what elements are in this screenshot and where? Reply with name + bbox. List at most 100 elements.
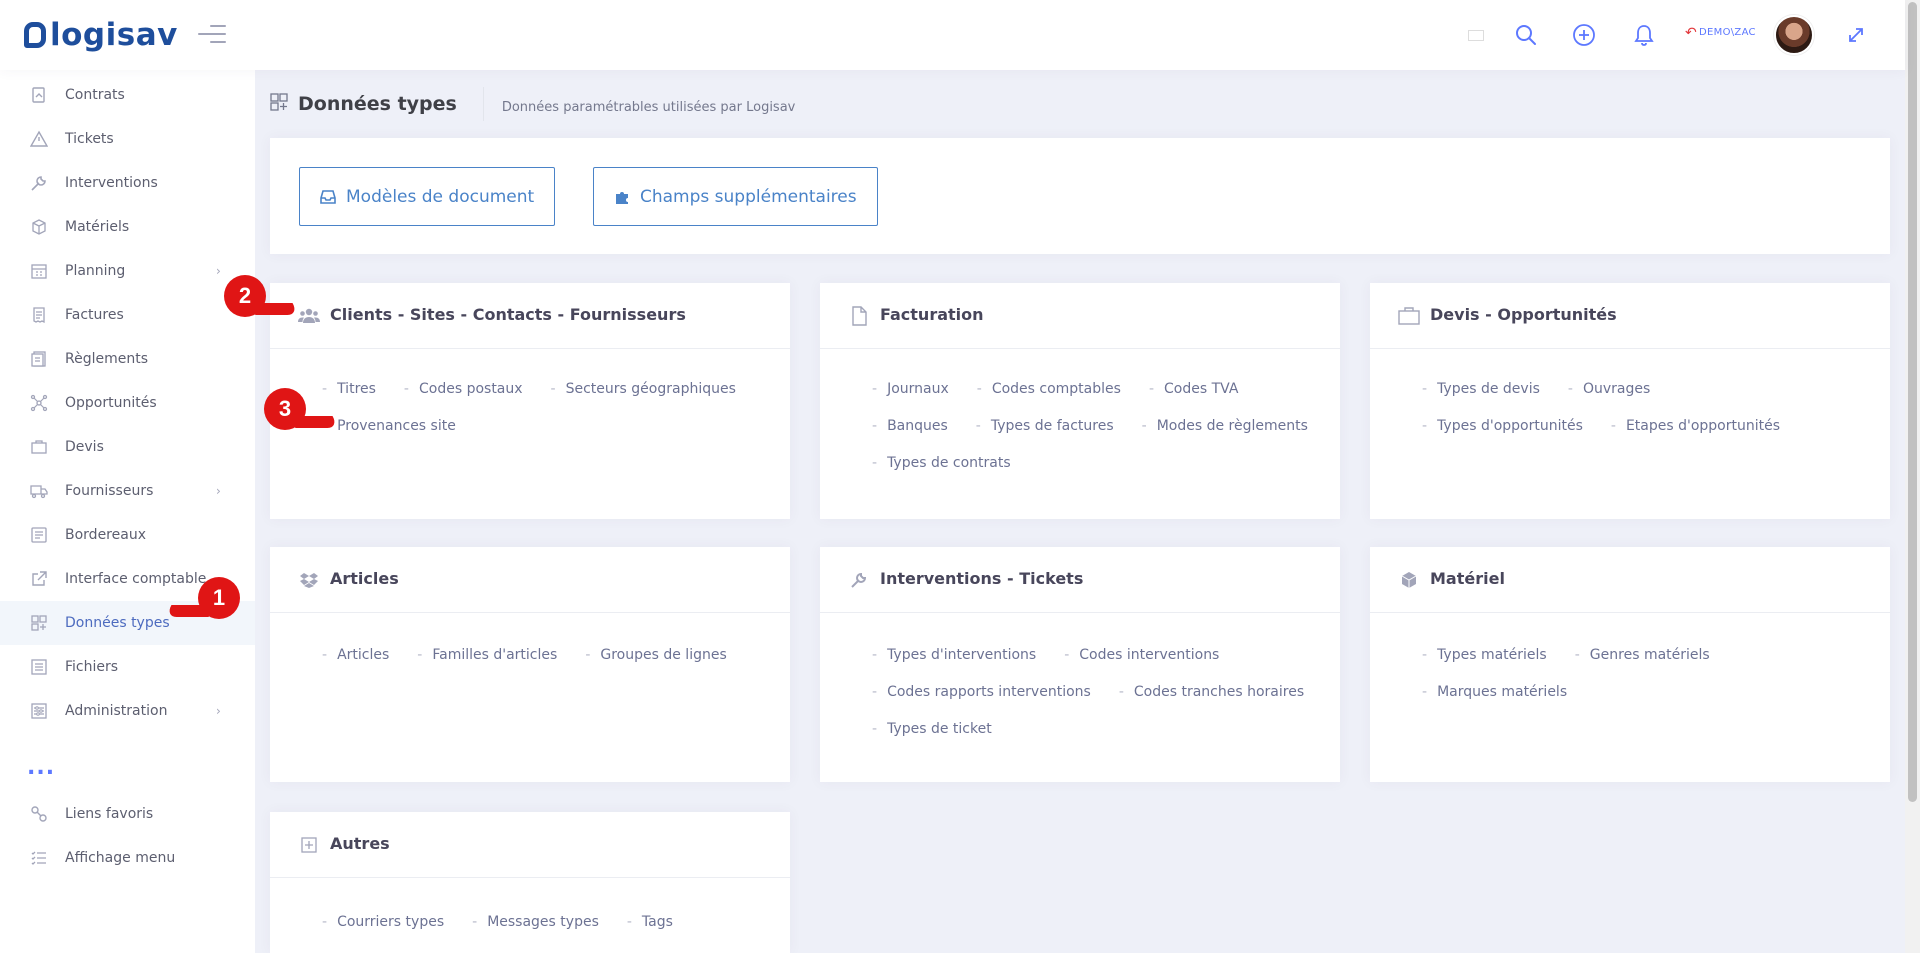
link-provenances-site[interactable]: Provenances site — [322, 418, 456, 434]
sidebar-item-bordereaux[interactable]: Bordereaux — [0, 513, 255, 557]
card-materiel: Matériel Types matériels Genres matériel… — [1370, 547, 1890, 782]
link-courriers-types[interactable]: Courriers types — [322, 914, 444, 930]
link-types-opportunites[interactable]: Types d'opportunités — [1422, 418, 1583, 434]
file-icon — [848, 305, 870, 327]
link-marques-materiels[interactable]: Marques matériels — [1422, 684, 1567, 700]
link-titres[interactable]: Titres — [322, 381, 376, 397]
search-icon[interactable] — [1512, 18, 1540, 52]
payment-icon — [29, 349, 49, 369]
sidebar-item-fichiers[interactable]: Fichiers — [0, 645, 255, 689]
link-secteurs-geographiques[interactable]: Secteurs géographiques — [551, 381, 736, 397]
network-icon — [29, 393, 49, 413]
extra-fields-label: Champs supplémentaires — [640, 186, 857, 207]
user-switch[interactable]: ↶ DEMO\ZAC — [1685, 26, 1756, 40]
page-scrollbar[interactable] — [1905, 0, 1920, 953]
chevron-right-icon: › — [216, 704, 221, 718]
top-header: logisav ↶ DEMO\ZAC — [0, 0, 1905, 70]
link-genres-materiels[interactable]: Genres matériels — [1575, 647, 1710, 663]
link-types-materiels[interactable]: Types matériels — [1422, 647, 1547, 663]
logo[interactable]: logisav — [24, 16, 178, 54]
sidebar-item-materiels[interactable]: Matériels — [0, 205, 255, 249]
link-ouvrages[interactable]: Ouvrages — [1568, 381, 1650, 397]
document-models-label: Modèles de document — [346, 186, 535, 207]
dropbox-icon — [298, 569, 320, 591]
link-messages-types[interactable]: Messages types — [472, 914, 599, 930]
sidebar-item-tickets[interactable]: Tickets — [0, 117, 255, 161]
link-articles[interactable]: Articles — [322, 647, 389, 663]
warning-icon — [29, 129, 49, 149]
card-header: Articles — [270, 547, 790, 613]
link-codes-postaux[interactable]: Codes postaux — [404, 381, 523, 397]
actions-panel: Modèles de document Champs supplémentair… — [270, 138, 1890, 254]
page-title: Données types — [298, 93, 457, 115]
link-list: Articles Familles d'articles Groupes de … — [322, 647, 770, 684]
sidebar-item-planning[interactable]: Planning › — [0, 249, 255, 293]
puzzle-icon — [614, 189, 630, 205]
more-dots[interactable]: ... — [27, 757, 55, 779]
card-header: Clients - Sites - Contacts - Fournisseur… — [270, 283, 790, 349]
link-codes-rapports-interventions[interactable]: Codes rapports interventions — [872, 684, 1091, 700]
link-types-de-ticket[interactable]: Types de ticket — [872, 721, 992, 737]
briefcase-icon — [29, 437, 49, 457]
sidebar-item-devis[interactable]: Devis — [0, 425, 255, 469]
sidebar-item-interventions[interactable]: Interventions — [0, 161, 255, 205]
logo-mark — [24, 22, 46, 48]
chevron-right-icon: › — [216, 264, 221, 278]
bell-icon[interactable] — [1630, 18, 1658, 52]
link-etapes-opportunites[interactable]: Etapes d'opportunités — [1611, 418, 1780, 434]
card-header: Matériel — [1370, 547, 1890, 613]
link-list: Courriers types Messages types Tags — [322, 914, 770, 951]
menu-icon[interactable] — [198, 24, 226, 44]
sidebar-item-administration[interactable]: Administration › — [0, 689, 255, 733]
link-groupes-de-lignes[interactable]: Groupes de lignes — [585, 647, 726, 663]
inbox-icon — [320, 189, 336, 204]
expand-icon[interactable] — [1842, 18, 1870, 52]
grid-icon — [29, 613, 49, 633]
wrench-icon — [29, 173, 49, 193]
sidebar-item-reglements[interactable]: Règlements — [0, 337, 255, 381]
link-codes-tranches-horaires[interactable]: Codes tranches horaires — [1119, 684, 1304, 700]
card-interventions: Interventions - Tickets Types d'interven… — [820, 547, 1340, 782]
link-modes-de-reglements[interactable]: Modes de règlements — [1142, 418, 1308, 434]
sidebar-item-opportunites[interactable]: Opportunités — [0, 381, 255, 425]
card-title: Clients - Sites - Contacts - Fournisseur… — [330, 305, 686, 324]
sidebar-item-fournisseurs[interactable]: Fournisseurs › — [0, 469, 255, 513]
settings-icon — [29, 701, 49, 721]
link-banques[interactable]: Banques — [872, 418, 948, 434]
card-title: Autres — [330, 834, 390, 853]
link-types-de-factures[interactable]: Types de factures — [976, 418, 1114, 434]
card-title: Devis - Opportunités — [1430, 305, 1617, 324]
avatar[interactable] — [1774, 15, 1814, 55]
subheader: Données types Données paramétrables util… — [270, 84, 795, 124]
card-facturation: Facturation Journaux Codes comptables Co… — [820, 283, 1340, 519]
sidebar-item-contrats[interactable]: Contrats — [0, 73, 255, 117]
plus-square-icon — [298, 834, 320, 856]
link-types-de-contrats[interactable]: Types de contrats — [872, 455, 1011, 471]
flag-fr-icon[interactable] — [1468, 30, 1484, 41]
document-models-button[interactable]: Modèles de document — [299, 167, 556, 226]
link-codes-interventions[interactable]: Codes interventions — [1064, 647, 1219, 663]
user-label: DEMO\ZAC — [1699, 27, 1756, 38]
annotation-marker-1: 1 — [164, 577, 244, 619]
plus-circle-icon[interactable] — [1570, 18, 1598, 52]
card-articles: Articles Articles Familles d'articles Gr… — [270, 547, 790, 782]
chevron-right-icon: › — [216, 484, 221, 498]
sidebar-item-factures[interactable]: Factures — [0, 293, 255, 337]
link-tags[interactable]: Tags — [627, 914, 673, 930]
link-codes-comptables[interactable]: Codes comptables — [977, 381, 1121, 397]
link-journaux[interactable]: Journaux — [872, 381, 949, 397]
sidebar-item-liens-favoris[interactable]: Liens favoris — [0, 792, 255, 836]
sidebar-item-affichage-menu[interactable]: Affichage menu — [0, 836, 255, 880]
grid-icon — [270, 93, 288, 115]
annotation-marker-3: 3 — [264, 388, 340, 430]
list-icon — [29, 525, 49, 545]
card-title: Articles — [330, 569, 399, 588]
link-familles-articles[interactable]: Familles d'articles — [417, 647, 557, 663]
scrollbar-thumb[interactable] — [1908, 2, 1917, 802]
link-types-de-devis[interactable]: Types de devis — [1422, 381, 1540, 397]
external-link-icon — [29, 569, 49, 589]
extra-fields-button[interactable]: Champs supplémentaires — [593, 167, 878, 226]
link-codes-tva[interactable]: Codes TVA — [1149, 381, 1238, 397]
link-types-interventions[interactable]: Types d'interventions — [872, 647, 1036, 663]
card-title: Matériel — [1430, 569, 1505, 588]
